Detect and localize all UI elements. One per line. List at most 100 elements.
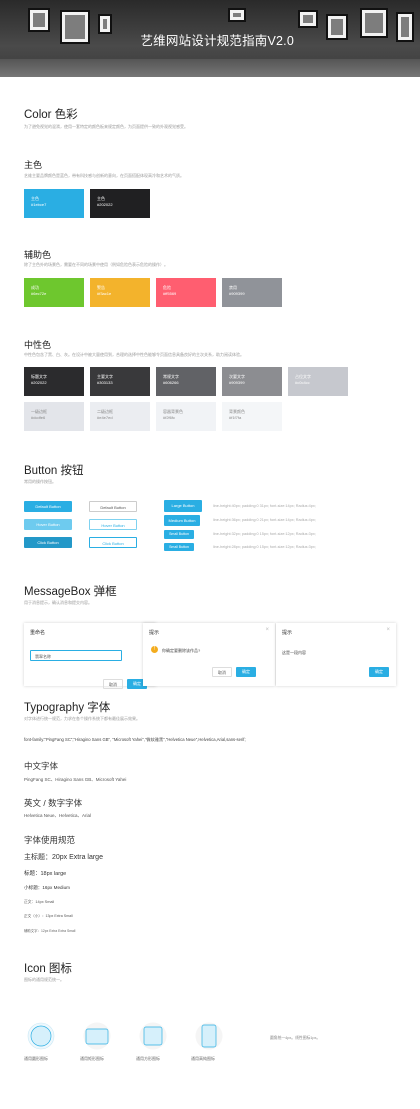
swatch-hex: #c0c4cc bbox=[295, 380, 310, 385]
swatch-hex: #1ebce7 bbox=[31, 202, 47, 207]
swatch-hex: #f3ac1e bbox=[97, 291, 112, 296]
gallery-frame bbox=[228, 8, 246, 22]
aux-color-desc: 除了主色外的场景色，需要在不同的场景中使用（例如危险色表示危险的操作）。 bbox=[24, 262, 168, 267]
hero-banner: 艺维网站设计规范指南V2.0 bbox=[0, 0, 420, 77]
color-swatch: 禁用 #909399 bbox=[222, 278, 282, 307]
rectangle-icon bbox=[83, 1022, 111, 1050]
main-color-title: 主色 bbox=[24, 160, 43, 170]
main-color-desc: 艺维主要品牌颜色是蓝色，带有科技感与创新的意向，在页面搭配体现高冷和艺术的气质。 bbox=[24, 173, 184, 178]
confirm-button[interactable]: 确定 bbox=[236, 667, 256, 677]
confirm-button[interactable]: 确定 bbox=[369, 667, 389, 677]
dialog-message: 你确定要删除该作品? bbox=[162, 648, 201, 653]
font-level-m: 小标题：16px Medium bbox=[24, 885, 70, 890]
gallery-floor bbox=[0, 59, 420, 77]
circle-icon bbox=[27, 1022, 55, 1050]
info-dialog: 提示 × 这是一段内容 确定 bbox=[276, 623, 396, 686]
mini-button-spec: line-height:28px; padding:0 15px; font-s… bbox=[213, 545, 316, 549]
color-swatch: 次要文字 #909399 bbox=[222, 367, 282, 396]
dialog-message: 这是一段内容 bbox=[282, 650, 306, 655]
color-swatch: 占位文字 #c0c4cc bbox=[288, 367, 348, 396]
font-level-l: 标题：18px large bbox=[24, 871, 67, 877]
color-section-title: Color 色彩 bbox=[24, 109, 78, 121]
cancel-button[interactable]: 取消 bbox=[212, 667, 232, 677]
button-section-desc: 常用的操作按钮。 bbox=[24, 479, 56, 484]
color-swatch: 危险 #ff5569 bbox=[156, 278, 216, 307]
square-icon bbox=[139, 1022, 167, 1050]
english-fonts: Helvetica Neue、Helvetica、Arial bbox=[24, 813, 92, 818]
rectangle-icon-label: 通用矩形图标 bbox=[80, 1056, 104, 1061]
font-usage-title: 字体使用规范 bbox=[24, 835, 76, 845]
plain-default-button[interactable]: Default Button bbox=[89, 501, 137, 512]
tall-rectangle-icon-label: 通用高纯图标 bbox=[191, 1056, 215, 1061]
close-icon[interactable]: × bbox=[386, 627, 390, 633]
primary-default-button[interactable]: Default Button bbox=[24, 501, 72, 512]
square-icon-label: 通用方形图标 bbox=[136, 1056, 160, 1061]
typography-section-desc: 对字体进行统一规范，力求在各个操作系统下都有最佳展示效果。 bbox=[24, 716, 140, 721]
icon-section-desc: 图标的通用规范统一。 bbox=[24, 977, 64, 982]
color-swatch: 主要文字 #303133 bbox=[90, 367, 150, 396]
font-family-stack: font-family:"PingFang SC","Hiragino Sans… bbox=[24, 737, 246, 742]
dialog-title: 重命名 bbox=[30, 630, 46, 636]
color-swatch: 一级边框 #dcdfe6 bbox=[24, 402, 84, 431]
swatch-hex: #f2f6fc bbox=[163, 415, 176, 420]
large-button[interactable]: Large Button bbox=[164, 500, 202, 512]
color-swatch: 背景颜色 #f1f7fa bbox=[222, 402, 282, 431]
english-font-title: 英文 / 数字字体 bbox=[24, 798, 83, 808]
font-level-xs: 正文（小）：13px Extra Small bbox=[24, 914, 73, 918]
chinese-fonts: PingFang SC、Hiragino Sans GB、Microsoft Y… bbox=[24, 777, 127, 782]
font-level-xxs: 辅助文字：12px Extra Extra Small bbox=[24, 929, 76, 933]
font-level-s: 正文：14px Small bbox=[24, 900, 55, 904]
icon-section-title: Icon 图标 bbox=[24, 963, 72, 975]
color-swatch: 二级边框 #e4e7ed bbox=[90, 402, 150, 431]
warning-icon: ! bbox=[151, 646, 158, 653]
color-swatch: 主色 #1ebce7 bbox=[24, 189, 84, 218]
medium-button[interactable]: Medium Button bbox=[164, 515, 200, 526]
rename-dialog: 重命名 × 翡翠名称 取消 确定 bbox=[24, 623, 156, 689]
primary-click-button[interactable]: Click Button bbox=[24, 537, 72, 548]
confirm-dialog: 提示 × ! 你确定要删除该作品? 取消 确定 bbox=[143, 623, 275, 686]
swatch-hex: #606266 bbox=[163, 380, 179, 385]
swatch-hex: #ff5569 bbox=[163, 291, 177, 296]
typography-section-title: Typography 字体 bbox=[24, 702, 111, 714]
button-section-title: Button 按钮 bbox=[24, 465, 84, 477]
swatch-hex: #202022 bbox=[97, 202, 113, 207]
plain-click-button[interactable]: Click Button bbox=[89, 537, 137, 548]
swatch-hex: #6ec72e bbox=[31, 291, 47, 296]
chinese-font-title: 中文字体 bbox=[24, 761, 59, 771]
primary-hover-button[interactable]: Hover Button bbox=[24, 519, 72, 530]
swatch-hex: #909399 bbox=[229, 380, 245, 385]
color-swatch: 常规文字 #606266 bbox=[156, 367, 216, 396]
color-swatch: 容器背景色 #f2f6fc bbox=[156, 402, 216, 431]
swatch-hex: #e4e7ed bbox=[97, 415, 113, 420]
plain-hover-button[interactable]: Hover Button bbox=[89, 519, 137, 530]
neutral-color-desc: 中性色包含了黑、白、灰。在设计中被大量使用到，合理的选择中性色能够令页面信息具备… bbox=[24, 352, 244, 357]
tall-rectangle-icon bbox=[195, 1022, 223, 1050]
gallery-frame bbox=[28, 8, 50, 32]
large-button-spec: line-height:40px; padding:0 31px; font-s… bbox=[213, 504, 316, 508]
color-swatch: 主色 #202022 bbox=[90, 189, 150, 218]
medium-button-spec: line-height:36px; padding:0 21px; font-s… bbox=[213, 518, 316, 522]
hero-title: 艺维网站设计规范指南V2.0 bbox=[140, 34, 294, 48]
cancel-button[interactable]: 取消 bbox=[103, 679, 123, 689]
dialog-title: 提示 bbox=[149, 630, 160, 636]
neutral-color-title: 中性色 bbox=[24, 340, 52, 350]
color-swatch: 警告 #f3ac1e bbox=[90, 278, 150, 307]
messagebox-section-desc: 用于消息提示，确认消息和提交内容。 bbox=[24, 600, 92, 605]
icon-note: 圆角统一4px。线性图标1px。 bbox=[270, 1036, 321, 1040]
close-icon[interactable]: × bbox=[265, 627, 269, 633]
small-button-spec: line-height:32px; padding:0 15px; font-s… bbox=[213, 532, 316, 536]
font-level-xl: 主标题：20px Extra large bbox=[24, 854, 103, 861]
color-swatch: 成功 #6ec72e bbox=[24, 278, 84, 307]
gallery-frame bbox=[298, 10, 318, 28]
swatch-hex: #f1f7fa bbox=[229, 415, 242, 420]
mini-button[interactable]: Small Button bbox=[164, 543, 194, 551]
color-swatch: 标题文字 #202022 bbox=[24, 367, 84, 396]
color-section-desc: 为了避免视觉的混淆，使用一套特定的颜色板来规定颜色，为页面提供一致的外观视觉感受… bbox=[24, 124, 188, 129]
swatch-hex: #303133 bbox=[97, 380, 113, 385]
dialog-title: 提示 bbox=[282, 630, 293, 636]
swatch-hex: #202022 bbox=[31, 380, 47, 385]
swatch-hex: #909399 bbox=[229, 291, 245, 296]
small-button[interactable]: Small Button bbox=[164, 530, 194, 539]
rename-input[interactable]: 翡翠名称 bbox=[30, 650, 122, 661]
swatch-hex: #dcdfe6 bbox=[31, 415, 46, 420]
